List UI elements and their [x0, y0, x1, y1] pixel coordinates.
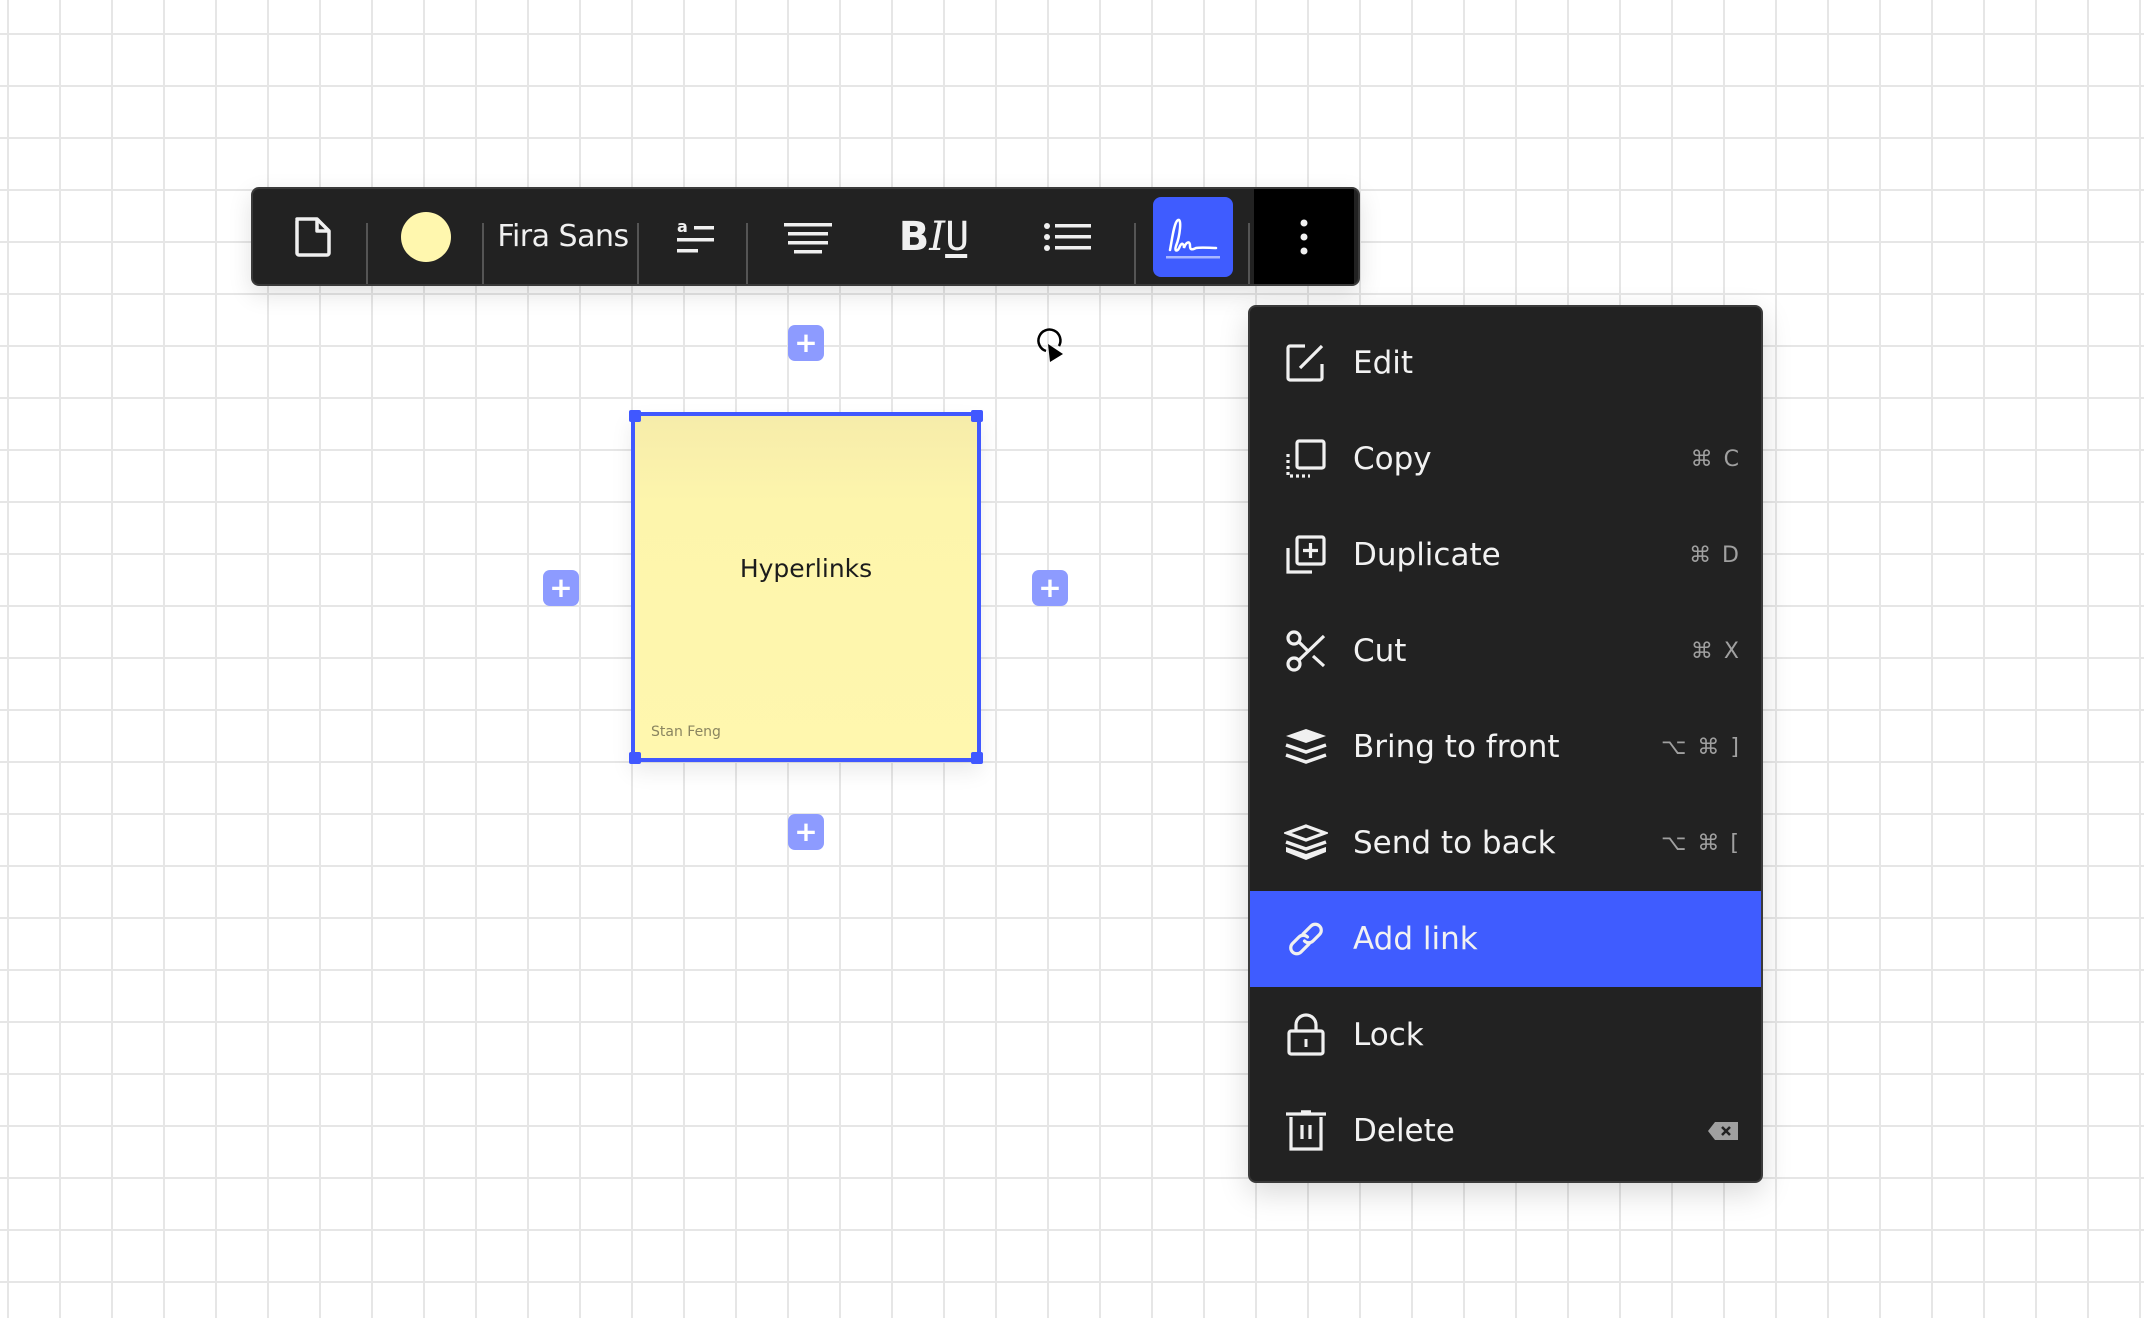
add-below-button[interactable]: +	[788, 814, 824, 850]
menu-item-label: Delete	[1353, 1113, 1455, 1149]
menu-item-cut[interactable]: Cut ⌘ X	[1250, 603, 1761, 699]
more-options-button[interactable]	[1254, 189, 1354, 284]
menu-item-label: Lock	[1353, 1017, 1424, 1053]
sticky-note-icon	[295, 216, 331, 257]
menu-item-send-to-back[interactable]: Send to back ⌥ ⌘ [	[1250, 795, 1761, 891]
color-picker-button[interactable]	[383, 189, 468, 284]
bullet-list-icon	[1044, 222, 1091, 251]
lock-icon	[1284, 1013, 1328, 1057]
trash-icon	[1284, 1109, 1328, 1153]
add-above-button[interactable]: +	[788, 325, 824, 361]
sticky-note-author: Stan Feng	[651, 724, 721, 740]
menu-item-label: Send to back	[1353, 825, 1556, 861]
copy-icon	[1284, 437, 1328, 481]
plus-icon: +	[549, 571, 573, 604]
toolbar-divider	[1248, 223, 1250, 284]
resize-handle-bottom-right[interactable]	[971, 752, 983, 764]
text-align-button[interactable]	[753, 189, 863, 284]
menu-item-edit[interactable]: Edit	[1250, 315, 1761, 411]
bold-button[interactable]: B	[899, 214, 929, 260]
text-size-icon: a	[676, 217, 714, 252]
menu-item-lock[interactable]: Lock	[1250, 987, 1761, 1083]
menu-item-add-link[interactable]: Add link	[1250, 891, 1761, 987]
plus-icon: +	[794, 326, 818, 359]
signature-icon	[1166, 218, 1220, 259]
signature-button[interactable]	[1153, 197, 1233, 277]
svg-text:a: a	[677, 217, 688, 236]
more-vertical-icon	[1300, 219, 1308, 254]
duplicate-icon	[1284, 533, 1328, 577]
resize-handle-bottom-left[interactable]	[629, 752, 641, 764]
list-button[interactable]	[1013, 189, 1123, 284]
rotate-cursor-icon	[1037, 328, 1063, 362]
edit-icon	[1284, 341, 1328, 385]
sticky-note-title[interactable]: Hyperlinks	[635, 554, 977, 583]
text-style-group: BIU	[873, 189, 993, 284]
toolbar-divider	[746, 223, 748, 284]
toolbar-divider	[482, 223, 484, 284]
menu-item-shortcut: ⌘ C	[1690, 446, 1741, 472]
scissors-icon	[1284, 629, 1328, 673]
toolbar-divider	[366, 223, 368, 284]
underline-button[interactable]: U	[945, 214, 969, 260]
menu-item-label: Cut	[1353, 633, 1407, 669]
context-menu: Edit Copy ⌘ C Duplicate ⌘ D Cut ⌘ X Brin…	[1248, 305, 1763, 1183]
menu-item-label: Add link	[1353, 921, 1478, 957]
menu-item-bring-to-front[interactable]: Bring to front ⌥ ⌘ ]	[1250, 699, 1761, 795]
send-to-back-icon	[1284, 821, 1328, 865]
backspace-icon	[1707, 1121, 1739, 1141]
resize-handle-top-right[interactable]	[971, 410, 983, 422]
plus-icon: +	[794, 815, 818, 848]
resize-handle-top-left[interactable]	[629, 410, 641, 422]
bring-to-front-icon	[1284, 725, 1328, 769]
menu-item-shortcut: ⌘ D	[1689, 542, 1741, 568]
menu-item-shortcut: ⌥ ⌘ ]	[1661, 734, 1741, 760]
menu-item-copy[interactable]: Copy ⌘ C	[1250, 411, 1761, 507]
add-right-button[interactable]: +	[1032, 570, 1068, 606]
sticky-note[interactable]: Hyperlinks Stan Feng	[629, 410, 983, 764]
link-icon	[1284, 917, 1328, 961]
menu-item-shortcut: ⌥ ⌘ [	[1661, 830, 1741, 856]
menu-item-label: Duplicate	[1353, 537, 1501, 573]
plus-icon: +	[1038, 571, 1062, 604]
align-center-icon	[784, 222, 832, 253]
italic-button[interactable]: I	[929, 214, 945, 260]
font-family-dropdown[interactable]: Fira Sans	[493, 189, 633, 284]
menu-item-delete[interactable]: Delete	[1250, 1083, 1761, 1179]
menu-item-label: Bring to front	[1353, 729, 1560, 765]
menu-item-duplicate[interactable]: Duplicate ⌘ D	[1250, 507, 1761, 603]
menu-item-shortcut: ⌘ X	[1690, 638, 1741, 664]
menu-item-label: Edit	[1353, 345, 1414, 381]
text-size-button[interactable]: a	[648, 189, 743, 284]
shape-type-button[interactable]	[273, 189, 353, 284]
add-left-button[interactable]: +	[543, 570, 579, 606]
toolbar-divider	[637, 223, 639, 284]
color-swatch	[400, 211, 451, 262]
formatting-toolbar: Fira Sans a BIU	[251, 187, 1360, 286]
menu-item-label: Copy	[1353, 441, 1432, 477]
font-family-label: Fira Sans	[497, 219, 629, 254]
toolbar-divider	[1134, 223, 1136, 284]
